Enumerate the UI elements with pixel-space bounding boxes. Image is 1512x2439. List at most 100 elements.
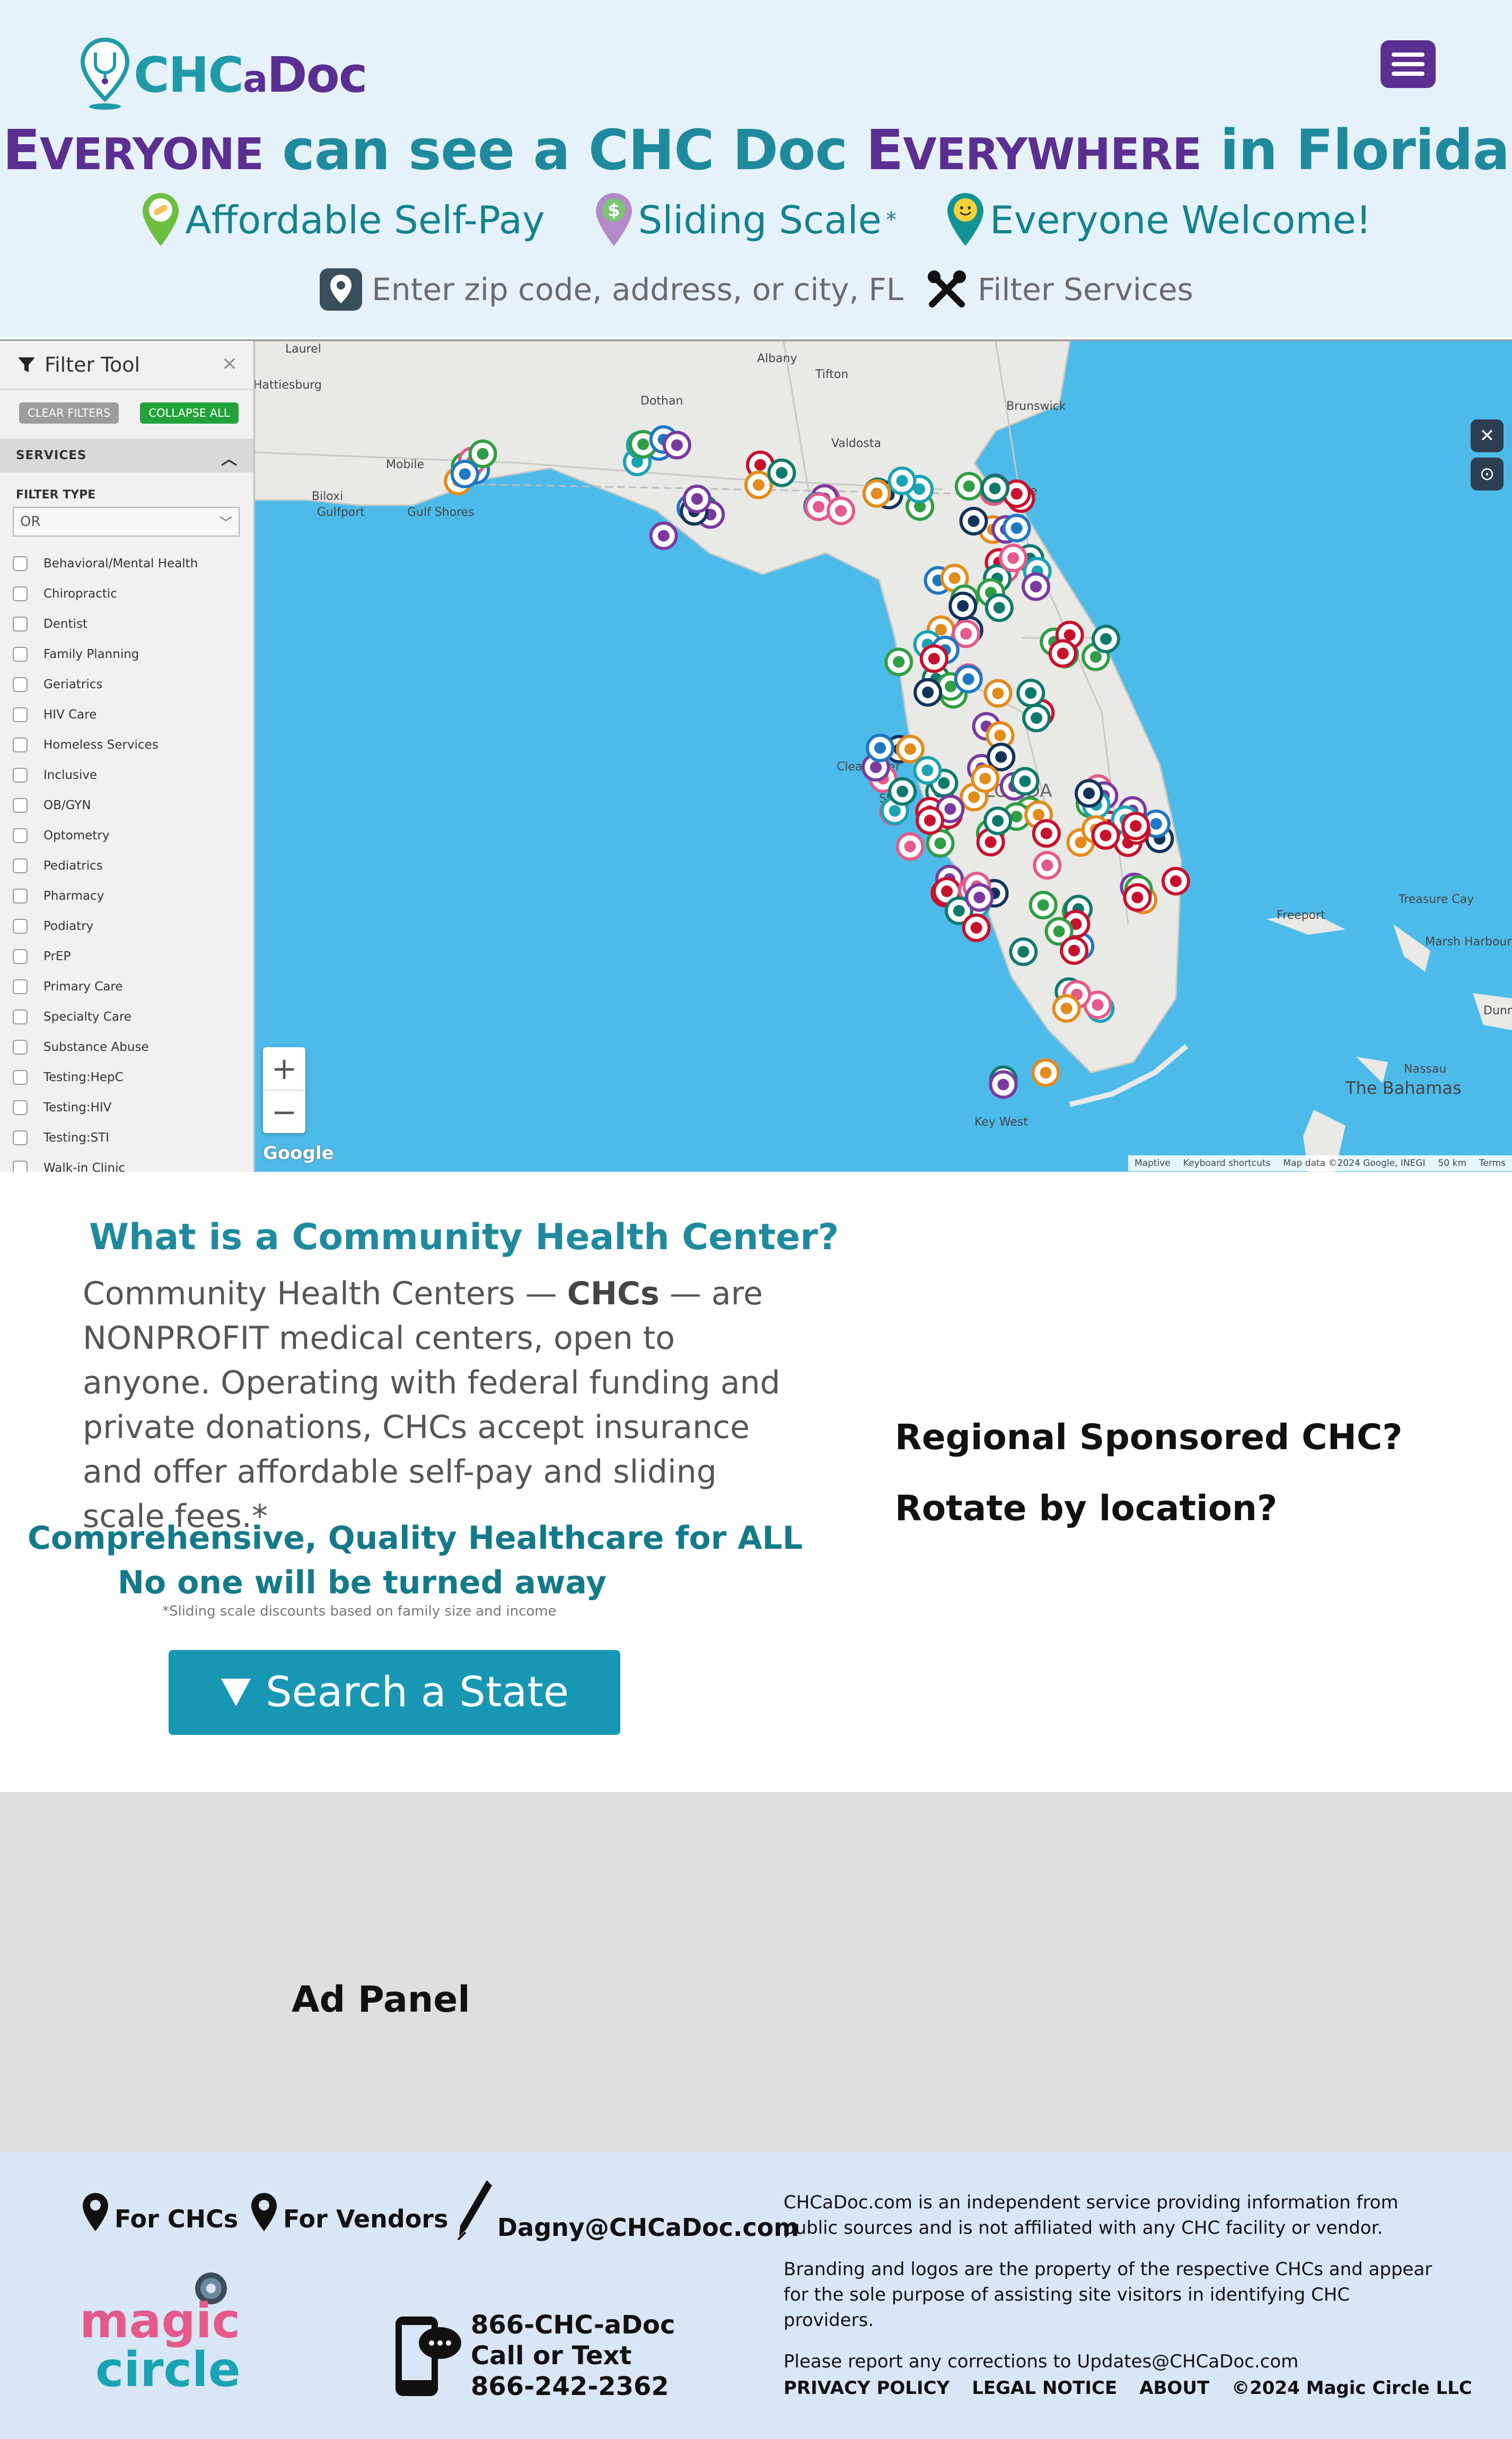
- service-filter-item[interactable]: Chiropractic: [0, 578, 253, 609]
- service-checkbox[interactable]: [13, 737, 28, 752]
- provider-map-marker[interactable]: [1009, 937, 1038, 967]
- service-filter-item[interactable]: Optometry: [0, 820, 253, 850]
- service-filter-item[interactable]: Inclusive: [0, 760, 253, 790]
- provider-map-marker[interactable]: [1123, 883, 1152, 912]
- provider-map-marker[interactable]: [682, 484, 711, 513]
- map-view[interactable]: Laurel Hattiesburg Dothan Albany Tifton Bruns…: [0, 339, 1512, 1174]
- service-checkbox[interactable]: [13, 646, 28, 662]
- provider-map-marker[interactable]: [1161, 866, 1190, 896]
- provider-map-marker[interactable]: [1075, 779, 1104, 808]
- provider-map-marker[interactable]: [888, 777, 917, 806]
- attribution-terms[interactable]: Terms: [1479, 1158, 1506, 1169]
- provider-map-marker[interactable]: [1028, 891, 1058, 920]
- service-filter-item[interactable]: Geriatrics: [0, 669, 253, 699]
- service-checkbox[interactable]: [13, 949, 28, 964]
- privacy-policy-link[interactable]: PRIVACY POLICY: [784, 2377, 950, 2399]
- provider-map-marker[interactable]: [1022, 572, 1051, 601]
- provider-map-marker[interactable]: [954, 472, 983, 501]
- provider-map-marker[interactable]: [1092, 625, 1121, 654]
- zoom-in-button[interactable]: +: [263, 1047, 305, 1090]
- service-filter-item[interactable]: Substance Abuse: [0, 1032, 253, 1062]
- provider-map-marker[interactable]: [1121, 811, 1150, 840]
- provider-map-marker[interactable]: [450, 460, 479, 489]
- service-checkbox[interactable]: [13, 1009, 28, 1024]
- service-checkbox[interactable]: [13, 918, 28, 934]
- for-vendors-link[interactable]: For Vendors: [249, 2191, 449, 2233]
- service-checkbox[interactable]: [13, 1039, 28, 1055]
- service-filter-item[interactable]: Walk-in Clinic: [0, 1153, 253, 1172]
- provider-map-marker[interactable]: [987, 742, 1016, 771]
- attribution-shortcuts[interactable]: Keyboard shortcuts: [1183, 1158, 1271, 1169]
- service-checkbox[interactable]: [13, 1100, 28, 1115]
- service-checkbox[interactable]: [13, 1069, 28, 1085]
- filter-type-select[interactable]: OR ﹀: [13, 507, 240, 537]
- provider-map-marker[interactable]: [862, 479, 891, 508]
- map-canvas[interactable]: Laurel Hattiesburg Dothan Albany Tifton Bruns…: [253, 341, 1512, 1172]
- service-filter-item[interactable]: OB/GYN: [0, 790, 253, 820]
- legal-notice-link[interactable]: LEGAL NOTICE: [972, 2377, 1117, 2399]
- provider-map-marker[interactable]: [895, 832, 925, 861]
- provider-map-marker[interactable]: [1031, 1058, 1060, 1087]
- provider-map-marker[interactable]: [971, 764, 1000, 793]
- location-search-input[interactable]: Enter zip code, address, or city, FL: [319, 267, 903, 312]
- service-filter-item[interactable]: Dentist: [0, 609, 253, 639]
- provider-map-marker[interactable]: [895, 734, 925, 764]
- hamburger-menu-button[interactable]: [1381, 40, 1436, 88]
- service-checkbox[interactable]: [13, 556, 28, 571]
- provider-map-marker[interactable]: [959, 506, 988, 536]
- provider-map-marker[interactable]: [983, 806, 1013, 836]
- chcadoc-logo[interactable]: CHCaDoc: [80, 35, 367, 115]
- service-checkbox[interactable]: [13, 858, 28, 873]
- service-checkbox[interactable]: [13, 888, 28, 903]
- provider-map-marker[interactable]: [984, 593, 1014, 622]
- service-filter-item[interactable]: Behavioral/Mental Health: [0, 548, 253, 578]
- service-checkbox[interactable]: [13, 677, 28, 692]
- provider-map-marker[interactable]: [999, 543, 1028, 573]
- provider-map-marker[interactable]: [962, 913, 991, 942]
- provider-map-marker[interactable]: [965, 883, 994, 912]
- provider-map-marker[interactable]: [989, 1070, 1018, 1099]
- service-checkbox[interactable]: [13, 767, 28, 783]
- service-filter-item[interactable]: Pharmacy: [0, 881, 253, 911]
- zoom-out-button[interactable]: −: [263, 1091, 305, 1133]
- location-toggle-icon[interactable]: ⊙: [1471, 458, 1504, 490]
- service-filter-item[interactable]: Pediatrics: [0, 850, 253, 881]
- service-checkbox[interactable]: [13, 707, 28, 722]
- search-state-button[interactable]: Search a State: [169, 1650, 620, 1735]
- provider-map-marker[interactable]: [919, 644, 948, 673]
- provider-map-marker[interactable]: [1032, 819, 1061, 848]
- provider-map-marker[interactable]: [1010, 767, 1040, 796]
- service-checkbox[interactable]: [13, 828, 28, 843]
- provider-map-marker[interactable]: [954, 664, 983, 694]
- service-checkbox[interactable]: [13, 616, 28, 631]
- tools-toggle-icon[interactable]: ✕: [1471, 419, 1504, 452]
- attribution-maptive[interactable]: Maptive: [1135, 1158, 1171, 1169]
- service-filter-item[interactable]: Podiatry: [0, 911, 253, 941]
- provider-map-marker[interactable]: [983, 679, 1013, 708]
- provider-map-marker[interactable]: [1002, 513, 1031, 542]
- clear-filters-button[interactable]: CLEAR FILTERS: [19, 402, 119, 424]
- provider-map-marker[interactable]: [913, 678, 943, 707]
- service-filter-item[interactable]: Testing:HIV: [0, 1092, 253, 1122]
- magic-circle-logo[interactable]: magic circle: [80, 2269, 254, 2397]
- provider-map-marker[interactable]: [948, 591, 978, 620]
- filter-services-button[interactable]: Filter Services: [925, 267, 1193, 312]
- phone-contact[interactable]: 866-CHC-aDoc Call or Text 866-242-2362: [393, 2310, 675, 2402]
- email-link[interactable]: Dagny@CHCaDoc.com: [455, 2178, 799, 2242]
- about-link[interactable]: ABOUT: [1139, 2377, 1209, 2399]
- service-filter-item[interactable]: Homeless Services: [0, 730, 253, 760]
- provider-map-marker[interactable]: [980, 474, 1009, 503]
- provider-map-marker[interactable]: [913, 756, 942, 785]
- service-filter-item[interactable]: PrEP: [0, 941, 253, 971]
- provider-map-marker[interactable]: [1022, 704, 1051, 733]
- services-section-header[interactable]: SERVICES ︿: [0, 438, 253, 472]
- service-filter-item[interactable]: Specialty Care: [0, 1002, 253, 1032]
- provider-map-marker[interactable]: [1033, 850, 1062, 880]
- provider-map-marker[interactable]: [744, 470, 773, 499]
- provider-map-marker[interactable]: [827, 496, 856, 525]
- service-filter-item[interactable]: Family Planning: [0, 639, 253, 669]
- service-checkbox[interactable]: [13, 586, 28, 601]
- provider-map-marker[interactable]: [866, 733, 895, 762]
- provider-map-marker[interactable]: [767, 458, 796, 487]
- provider-map-marker[interactable]: [887, 466, 917, 495]
